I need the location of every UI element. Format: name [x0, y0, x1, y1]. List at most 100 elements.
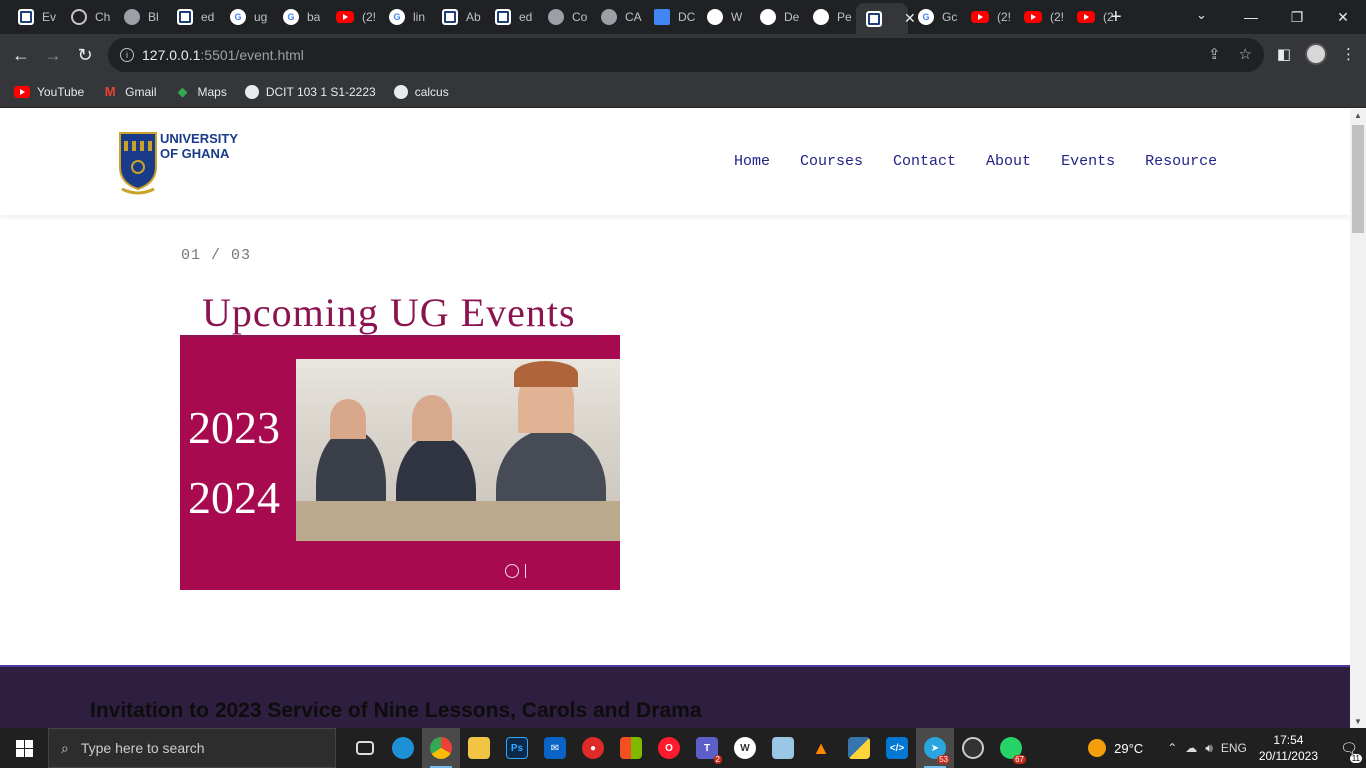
close-window-button[interactable]: ✕: [1320, 9, 1366, 26]
browser-menu-icon[interactable]: ⋮: [1341, 45, 1356, 63]
weather-temp: 29°C: [1114, 740, 1144, 756]
browser-tab[interactable]: CA: [591, 5, 644, 29]
chrome-icon[interactable]: [422, 728, 460, 768]
tab-title: Gc: [942, 10, 958, 24]
browser-tab[interactable]: Gug: [220, 5, 273, 29]
screen-recorder-icon[interactable]: ●: [574, 728, 612, 768]
browser-tab[interactable]: DC: [644, 5, 697, 29]
youtube-icon: [971, 11, 989, 23]
event-slide[interactable]: Upcoming UG Events 2023 2024: [180, 289, 620, 590]
browser-tab[interactable]: (2!: [1014, 5, 1067, 29]
edge-icon[interactable]: [384, 728, 422, 768]
file-explorer-icon[interactable]: [460, 728, 498, 768]
volume-icon[interactable]: 🔊︎: [1205, 741, 1213, 756]
teams-badge: 2: [713, 755, 722, 764]
browser-tab[interactable]: (2!: [326, 5, 379, 29]
browser-tab[interactable]: Ev: [8, 5, 61, 29]
tab-title: De: [784, 10, 800, 24]
notification-center-icon[interactable]: 🗨︎ 11: [1332, 740, 1366, 763]
bookmark-item[interactable]: DCIT 103 1 S1-2223: [244, 84, 376, 99]
browser-tab[interactable]: Ch: [61, 5, 114, 29]
bookmark-item[interactable]: YouTube: [14, 85, 84, 99]
browser-tab[interactable]: Ab: [432, 5, 485, 29]
language-indicator[interactable]: ENG: [1221, 741, 1247, 756]
browser-tab[interactable]: ✕: [856, 3, 916, 34]
windows-taskbar: ⌕ Type here to search Ps ✉ ● O T2 W ▲ </…: [0, 728, 1366, 768]
opera-icon[interactable]: O: [650, 728, 688, 768]
browser-tab[interactable]: W: [697, 5, 750, 29]
taskbar-apps: Ps ✉ ● O T2 W ▲ </> ➤ 53 67: [346, 728, 1030, 768]
bookmark-item[interactable]: ◆ Maps: [175, 84, 227, 99]
browser-tab[interactable]: Pe: [803, 5, 856, 29]
share-icon[interactable]: ⇪: [1208, 45, 1221, 63]
restore-button[interactable]: ❐: [1274, 9, 1320, 26]
side-panel-icon[interactable]: ◧: [1277, 45, 1291, 63]
teams-icon[interactable]: T2: [688, 728, 726, 768]
browser-tab[interactable]: Bl: [114, 5, 167, 29]
mail-icon[interactable]: ✉: [536, 728, 574, 768]
year-end: 2024: [188, 472, 280, 523]
address-bar[interactable]: i 127.0.0.1:5501/event.html ⇪ ☆: [108, 38, 1264, 72]
browser-tab[interactable]: G Gc: [908, 5, 961, 29]
nav-home[interactable]: Home: [734, 153, 770, 170]
back-button[interactable]: ←: [8, 42, 34, 68]
whatsapp-desktop-icon[interactable]: [954, 728, 992, 768]
vscode-icon[interactable]: </>: [878, 728, 916, 768]
site-info-icon[interactable]: i: [120, 48, 134, 62]
tab-title: Co: [572, 10, 588, 24]
reload-button[interactable]: ↻: [72, 42, 98, 68]
whatsapp-icon[interactable]: 67: [992, 728, 1030, 768]
google-icon: G: [918, 9, 934, 25]
globe-icon: [124, 9, 140, 25]
tab-title: (2: [1103, 10, 1114, 24]
microsoft-store-icon[interactable]: [612, 728, 650, 768]
profile-avatar[interactable]: [1305, 43, 1327, 65]
nav-contact[interactable]: Contact: [893, 153, 956, 170]
telegram-icon[interactable]: ➤ 53: [916, 728, 954, 768]
bookmark-star-icon[interactable]: ☆: [1239, 45, 1252, 63]
globe-icon: [393, 84, 408, 99]
nav-events[interactable]: Events: [1061, 153, 1115, 170]
windows-logo-icon: [15, 739, 33, 757]
browser-tab[interactable]: ed: [485, 5, 538, 29]
browser-tab[interactable]: ed: [167, 5, 220, 29]
main-nav: Home Courses Contact About Events Resour…: [734, 153, 1217, 170]
page-scrollbar[interactable]: ▲ ▼: [1350, 109, 1366, 728]
scroll-up-icon[interactable]: ▲: [1354, 111, 1362, 120]
photoshop-icon[interactable]: Ps: [498, 728, 536, 768]
bookmark-item[interactable]: M Gmail: [102, 84, 157, 99]
weather-widget[interactable]: 29°C: [1088, 739, 1143, 757]
nav-courses[interactable]: Courses: [800, 153, 863, 170]
wps-icon[interactable]: W: [726, 728, 764, 768]
nav-resource[interactable]: Resource: [1145, 153, 1217, 170]
scroll-thumb[interactable]: [1352, 125, 1364, 233]
browser-tab[interactable]: Gba: [273, 5, 326, 29]
students-photo: [296, 359, 620, 541]
system-tray: 29°C ⌃ ☁ 🔊︎ ENG 17:54 20/11/2023 🗨︎ 11: [1088, 728, 1366, 768]
browser-tab[interactable]: (2!: [961, 5, 1014, 29]
onedrive-icon[interactable]: ☁: [1185, 741, 1197, 756]
tab-search-chevron-icon[interactable]: ⌄: [1196, 7, 1207, 23]
show-hidden-icons-icon[interactable]: ⌃: [1167, 741, 1177, 756]
task-view-icon[interactable]: [346, 728, 384, 768]
scroll-down-icon[interactable]: ▼: [1354, 717, 1362, 726]
bookmark-item[interactable]: calcus: [393, 84, 449, 99]
vlc-icon[interactable]: ▲: [802, 728, 840, 768]
slide-counter: 01 / 03: [181, 247, 252, 264]
university-logo[interactable]: UNIVERSITY OF GHANA: [116, 129, 238, 195]
clock[interactable]: 17:54 20/11/2023: [1259, 732, 1318, 764]
forward-button[interactable]: →: [40, 42, 66, 68]
browser-tab[interactable]: Co: [538, 5, 591, 29]
globe-icon: [244, 84, 259, 99]
nav-about[interactable]: About: [986, 153, 1031, 170]
browser-tab[interactable]: Glin: [379, 5, 432, 29]
taskbar-search[interactable]: ⌕ Type here to search: [48, 728, 336, 768]
bookmark-label: DCIT 103 1 S1-2223: [265, 84, 376, 99]
start-button[interactable]: [0, 728, 48, 768]
browser-tab[interactable]: De: [750, 5, 803, 29]
minimize-button[interactable]: —: [1228, 9, 1274, 25]
python-icon[interactable]: [840, 728, 878, 768]
tab-title: DC: [678, 10, 696, 24]
notepad-icon[interactable]: [764, 728, 802, 768]
browser-tab[interactable]: (2: [1067, 5, 1120, 29]
